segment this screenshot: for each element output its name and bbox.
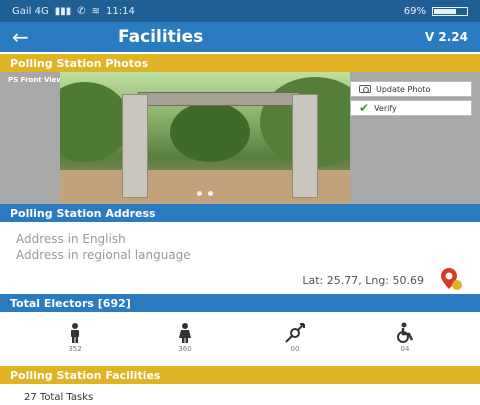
- network-indicator: Gail 4G: [12, 5, 49, 17]
- wheelchair-icon: [397, 322, 414, 343]
- electors-section-title: Total Electors [692]: [10, 296, 131, 310]
- back-arrow-icon[interactable]: ←: [12, 25, 58, 49]
- verify-button[interactable]: ✔ Verify: [350, 100, 472, 116]
- total-tasks-label: 27 Total Tasks: [24, 392, 94, 403]
- elector-third-gender: 00: [265, 322, 325, 353]
- polling-station-photo[interactable]: [60, 72, 350, 204]
- female-count: 360: [178, 344, 192, 353]
- male-count: 352: [68, 344, 82, 353]
- status-bar: Gail 4G ▮▮▮ ✆ ≋ 11:14 69%: [0, 0, 480, 22]
- facilities-section-header: Polling Station Facilities: [0, 366, 480, 384]
- third-gender-count: 00: [290, 344, 300, 353]
- battery-icon: [432, 6, 468, 16]
- battery-percent: 69%: [403, 5, 426, 17]
- phone-icon: ✆: [77, 5, 86, 17]
- verify-label: Verify: [374, 103, 397, 113]
- photo-caption: PS Front View: [8, 76, 63, 84]
- status-left: Gail 4G ▮▮▮ ✆ ≋ 11:14: [12, 6, 135, 17]
- carousel-indicator: [60, 191, 350, 196]
- male-icon: [71, 322, 79, 343]
- photos-section-title: Polling Station Photos: [10, 56, 149, 70]
- map-pin-icon[interactable]: [438, 266, 464, 292]
- electors-breakdown: 352 360 00 04: [0, 316, 480, 358]
- version-label: V 2.24: [424, 30, 468, 44]
- address-section-header: Polling Station Address: [0, 204, 480, 222]
- address-english-field[interactable]: Address in English: [16, 232, 126, 246]
- elector-pwd: 04: [375, 322, 435, 353]
- signal-icon: ▮▮▮: [54, 5, 72, 17]
- address-regional-field[interactable]: Address in regional language: [16, 248, 191, 262]
- photo-carousel[interactable]: PS Front View Update Photo ✔ Verify: [0, 72, 480, 204]
- time-label: 11:14: [106, 5, 135, 17]
- app-bar: ← Facilities V 2.24: [0, 22, 480, 52]
- camera-icon: [359, 85, 371, 93]
- update-photo-label: Update Photo: [376, 84, 431, 94]
- update-photo-button[interactable]: Update Photo: [350, 81, 472, 97]
- latlng-label: Lat: 25.77, Lng: 50.69: [302, 274, 424, 287]
- checkmark-icon: ✔: [359, 101, 370, 115]
- electors-section-header: Total Electors [692]: [0, 294, 480, 312]
- address-section-title: Polling Station Address: [10, 206, 156, 220]
- address-panel: Address in English Address in regional l…: [0, 222, 480, 294]
- elector-male: 352: [45, 322, 105, 353]
- wifi-icon: ≋: [91, 5, 101, 17]
- elector-female: 360: [155, 322, 215, 353]
- status-right: 69%: [404, 6, 468, 17]
- page-title: Facilities: [118, 27, 204, 47]
- third-gender-icon: [285, 322, 305, 343]
- female-icon: [179, 322, 191, 343]
- carousel-dot[interactable]: [208, 191, 213, 196]
- facilities-section-title: Polling Station Facilities: [10, 368, 161, 382]
- pwd-count: 04: [400, 344, 410, 353]
- photos-section-header: Polling Station Photos: [0, 54, 480, 72]
- carousel-dot[interactable]: [197, 191, 202, 196]
